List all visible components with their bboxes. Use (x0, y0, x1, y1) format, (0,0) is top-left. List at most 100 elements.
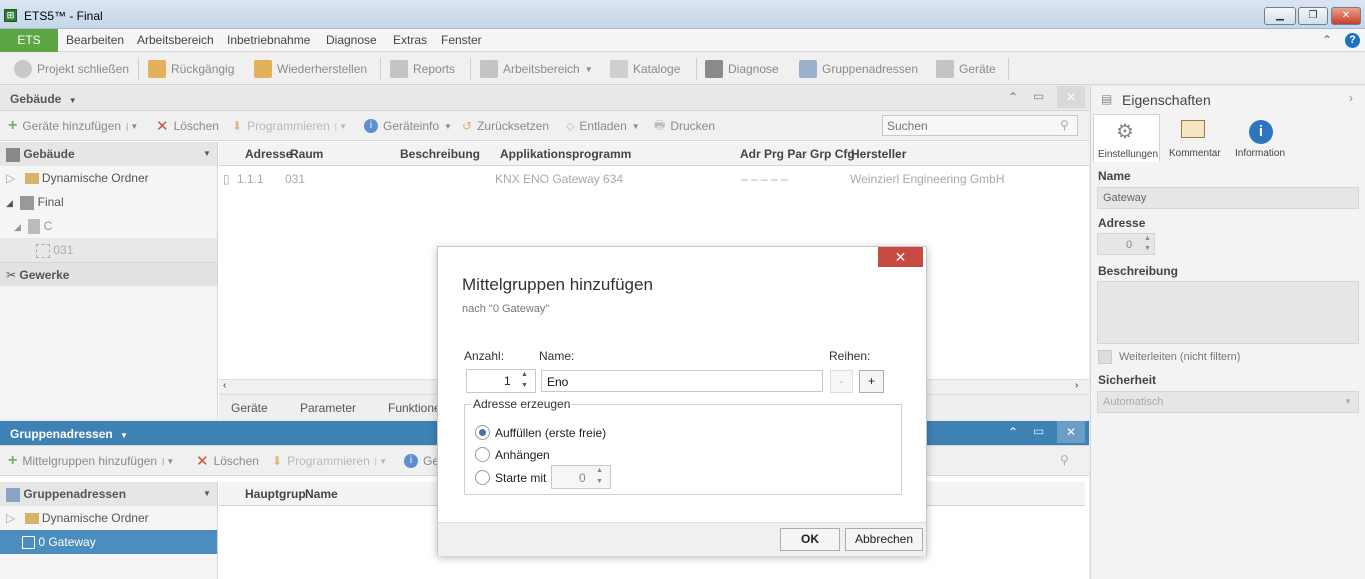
program-button[interactable]: ⬇ Programmieren | ▼ (272, 446, 387, 476)
column-description[interactable]: Beschreibung (400, 147, 480, 161)
security-dropdown[interactable]: Automatisch ▼ (1097, 391, 1359, 413)
chevron-down-icon[interactable]: ▼ (203, 482, 211, 506)
delete-button[interactable]: ✕ Löschen (196, 446, 259, 476)
tree-item-c[interactable]: ◢ C (0, 214, 217, 238)
help-icon[interactable]: ? (1345, 33, 1360, 48)
tree-header[interactable]: Gebäude ▼ (0, 142, 217, 166)
diagnostics-button[interactable]: Diagnose (705, 53, 779, 85)
chevron-down-icon[interactable]: ▼ (203, 142, 211, 166)
tree-item-0-gateway[interactable]: 0 Gateway (0, 530, 217, 554)
collapse-icon[interactable]: ⌃ (1008, 425, 1018, 439)
maximize-panel-icon[interactable]: ▭ (1033, 424, 1044, 438)
menu-diagnose[interactable]: Diagnose (326, 33, 377, 47)
expand-icon[interactable]: ▷ (6, 511, 15, 525)
forward-checkbox[interactable] (1098, 350, 1112, 364)
column-name[interactable]: Name (305, 487, 338, 501)
radio-fill[interactable] (475, 425, 490, 440)
chevron-down-icon[interactable]: ▼ (120, 431, 128, 440)
name-input[interactable]: Eno (541, 370, 823, 392)
spin-down-icon[interactable]: ▼ (596, 478, 603, 485)
tab-parameters[interactable]: Parameter (300, 401, 356, 415)
radio-start-with[interactable] (475, 470, 490, 485)
description-field[interactable] (1097, 281, 1359, 344)
unload-button[interactable]: ⬦ Entladen ▼ (566, 111, 640, 141)
name-field[interactable]: Gateway (1097, 187, 1359, 209)
menu-bearbeiten[interactable]: Bearbeiten (66, 33, 124, 47)
group-panel-title[interactable]: Gruppenadressen (10, 427, 113, 441)
minimize-button[interactable]: ▁ (1264, 7, 1296, 25)
tab-information[interactable]: i Information (1231, 114, 1293, 162)
devices-button[interactable]: Geräte (936, 53, 996, 85)
close-panel-icon[interactable]: ✕ (1057, 86, 1085, 108)
menu-arbeitsbereich[interactable]: Arbeitsbereich (137, 33, 214, 47)
workspace-button[interactable]: Arbeitsbereich ▼ (480, 53, 593, 85)
search-input[interactable] (882, 115, 1078, 136)
option-append-label[interactable]: Anhängen (495, 448, 550, 462)
tree-item-room-031[interactable]: 031 (0, 238, 217, 262)
radio-append[interactable] (475, 447, 490, 462)
cancel-button[interactable]: Abbrechen (845, 528, 923, 551)
spin-up-icon[interactable]: ▲ (596, 467, 603, 474)
expand-icon[interactable]: ▷ (6, 171, 15, 185)
collapse-icon[interactable]: ⌃ (1008, 90, 1018, 104)
spin-down-icon[interactable]: ▼ (1144, 245, 1151, 252)
print-button[interactable]: 🖶 Drucken (654, 111, 715, 141)
tab-settings[interactable]: ⚙ Einstellungen (1093, 114, 1160, 162)
scroll-right-icon[interactable]: › (1075, 380, 1078, 391)
option-fill-label[interactable]: Auffüllen (erste freie) (495, 426, 606, 440)
undo-button[interactable]: Rückgängig (148, 53, 234, 85)
table-row[interactable]: ▯ 1.1.1 031 KNX ENO Gateway 634 – – – – … (219, 167, 1089, 191)
column-address[interactable]: Adresse (245, 147, 292, 161)
ets-menu-button[interactable]: ETS (0, 29, 58, 52)
delete-button[interactable]: ✕ Löschen (156, 111, 219, 141)
option-start-with-label[interactable]: Starte mit (495, 471, 546, 485)
menu-inbetriebnahme[interactable]: Inbetriebnahme (227, 33, 310, 47)
building-panel-title[interactable]: Gebäude (10, 92, 61, 106)
spin-down-icon[interactable]: ▼ (521, 382, 528, 389)
remove-row-button[interactable]: - (830, 370, 853, 393)
count-stepper[interactable]: 1 ▲ ▼ (466, 369, 536, 393)
device-info-button[interactable]: i Geräteinfo ▼ (364, 111, 452, 141)
tab-comment[interactable]: Kommentar (1165, 114, 1227, 162)
reports-button[interactable]: Reports (390, 53, 455, 85)
address-stepper[interactable]: 0 ▲ ▼ (1097, 233, 1155, 255)
chevron-down-icon[interactable]: ▼ (69, 96, 77, 105)
add-devices-button[interactable]: + Geräte hinzufügen | ▼ (8, 111, 138, 141)
column-main-group[interactable]: Hauptgrup (245, 487, 306, 501)
catalogs-button[interactable]: Kataloge (610, 53, 680, 85)
column-flags[interactable]: Adr Prg Par Grp Cfg (740, 147, 855, 161)
collapse-icon[interactable]: ◢ (6, 198, 13, 208)
start-with-stepper[interactable]: 0 ▲ ▼ (551, 465, 611, 489)
program-button[interactable]: ⬇ Programmieren | ▼ (232, 111, 347, 141)
maximize-panel-icon[interactable]: ▭ (1033, 89, 1044, 103)
collapse-ribbon-icon[interactable]: ⌃ (1322, 33, 1332, 47)
menu-extras[interactable]: Extras (393, 33, 427, 47)
reset-button[interactable]: ↺ Zurücksetzen (462, 111, 549, 141)
tree-item-final[interactable]: ◢ Final (0, 190, 217, 214)
restore-button[interactable]: ❐ (1298, 7, 1328, 25)
scroll-left-icon[interactable]: ‹ (223, 380, 226, 391)
close-project-button[interactable]: Projekt schließen (14, 53, 129, 85)
dialog-close-button[interactable]: ✕ (878, 247, 923, 267)
column-application[interactable]: Applikationsprogramm (500, 147, 631, 161)
info-button[interactable]: i Ge (404, 446, 439, 476)
search-icon[interactable]: ⚲ (1060, 453, 1069, 467)
spin-up-icon[interactable]: ▲ (1144, 235, 1151, 242)
spin-up-icon[interactable]: ▲ (521, 371, 528, 378)
tree-item-dynamic-folders[interactable]: ▷ Dynamische Ordner (0, 506, 217, 530)
tree-header-trades[interactable]: ✂ Gewerke (0, 262, 217, 286)
tab-devices[interactable]: Geräte (231, 401, 268, 415)
add-row-button[interactable]: + (859, 370, 884, 393)
menu-fenster[interactable]: Fenster (441, 33, 482, 47)
close-window-button[interactable]: ✕ (1331, 7, 1361, 25)
ok-button[interactable]: OK (780, 528, 840, 551)
tree-item-dynamic-folders[interactable]: ▷ Dynamische Ordner (0, 166, 217, 190)
add-middle-groups-button[interactable]: + Mittelgruppen hinzufügen | ▼ (8, 446, 174, 476)
close-panel-icon[interactable]: ✕ (1057, 421, 1085, 443)
column-room[interactable]: Raum (290, 147, 323, 161)
collapse-icon[interactable]: ◢ (14, 222, 21, 232)
tree-header[interactable]: Gruppenadressen ▼ (0, 482, 217, 506)
redo-button[interactable]: Wiederherstellen (254, 53, 367, 85)
chevron-right-icon[interactable]: › (1349, 91, 1353, 105)
group-addresses-button[interactable]: Gruppenadressen (799, 53, 918, 85)
